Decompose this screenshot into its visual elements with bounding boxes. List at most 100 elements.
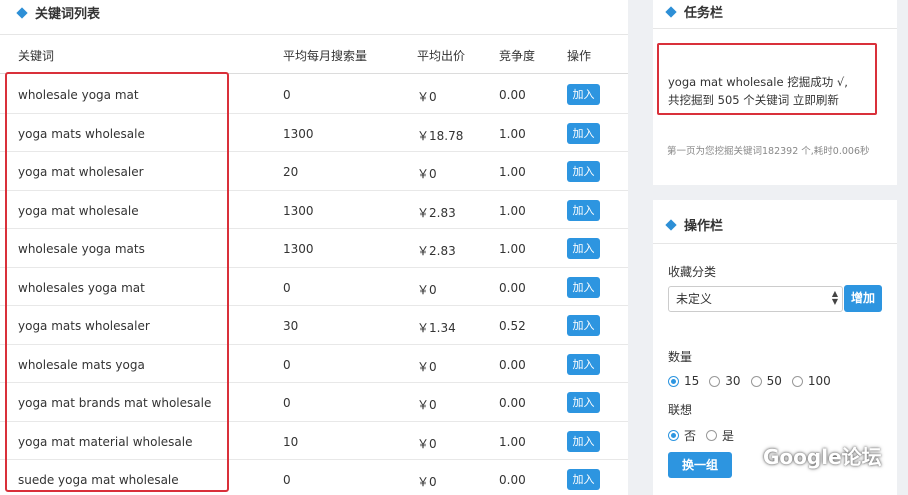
keyword-cell: wholesales yoga mat (18, 280, 145, 295)
add-button[interactable]: 加入 (567, 430, 600, 452)
add-button[interactable]: 加入 (567, 238, 600, 259)
add-button[interactable]: 加入 (567, 315, 600, 336)
bid-cell: ￥18.78 (417, 128, 464, 143)
category-select-value: 未定义 (676, 292, 713, 306)
diamond-icon (16, 6, 28, 19)
count-option-30[interactable]: 30 (709, 374, 741, 388)
table-row: yoga mat material wholesale 10 ￥0 1.00 加入 (0, 422, 628, 460)
category-label: 收藏分类 (668, 265, 717, 279)
task-status-line2[interactable]: 共挖掘到 505 个关键词 立即刷新 (668, 92, 839, 108)
task-panel-title-text: 任务栏 (684, 6, 724, 21)
competition-cell: 0.00 (499, 357, 526, 372)
table-row: yoga mat brands mat wholesale 0 ￥0 0.00 加入 (0, 383, 628, 422)
competition-cell: 0.00 (499, 280, 526, 295)
header-competition: 竞争度 (499, 49, 536, 63)
association-option-no[interactable]: 否 (668, 427, 696, 444)
searches-cell: 10 (283, 434, 299, 449)
searches-cell: 1300 (283, 203, 314, 218)
divider (0, 73, 628, 74)
competition-cell: 1.00 (499, 434, 526, 449)
task-status-line1: yoga mat wholesale 挖掘成功 √, (668, 75, 848, 89)
searches-cell: 0 (283, 473, 291, 487)
radio-icon[interactable] (668, 430, 679, 441)
bid-cell: ￥1.34 (417, 321, 456, 335)
bid-cell: ￥2.83 (417, 244, 456, 258)
wechat-icon (732, 445, 758, 466)
bid-cell: ￥0 (417, 359, 437, 374)
task-status-box: yoga mat wholesale 挖掘成功 √, 共挖掘到 505 个关键词… (657, 43, 877, 115)
add-button[interactable]: 加入 (567, 469, 600, 490)
competition-cell: 0.00 (499, 473, 526, 487)
keyword-cell: wholesale mats yoga (18, 357, 145, 372)
table-row: wholesale yoga mat 0 ￥0 0.00 加入 (0, 75, 628, 114)
association-label: 联想 (668, 403, 693, 417)
swap-batch-button[interactable]: 换一组 (668, 452, 732, 478)
watermark: Google论坛 (732, 441, 882, 470)
table-row: suede yoga mat wholesale 0 ￥0 0.00 加入 (0, 460, 628, 495)
add-button[interactable]: 加入 (567, 199, 600, 221)
competition-cell: 0.52 (499, 319, 526, 333)
table-row: yoga mats wholesaler 30 ￥1.34 0.52 加入 (0, 306, 628, 345)
watermark-text: Google论坛 (763, 445, 882, 469)
association-option-yes[interactable]: 是 (706, 427, 734, 444)
keyword-cell: yoga mats wholesale (18, 126, 145, 141)
bid-cell: ￥0 (417, 475, 437, 489)
operation-panel-title-text: 操作栏 (684, 219, 724, 234)
count-option-100[interactable]: 100 (791, 374, 831, 388)
keyword-cell: yoga mat material wholesale (18, 434, 193, 449)
radio-icon[interactable] (709, 375, 721, 387)
add-button[interactable]: 加入 (567, 84, 600, 105)
count-option-50[interactable]: 50 (750, 374, 782, 388)
bid-cell: ￥0 (417, 398, 437, 412)
searches-cell: 1300 (283, 242, 314, 256)
add-button[interactable]: 加入 (567, 122, 600, 144)
searches-cell: 30 (283, 319, 299, 333)
category-select[interactable]: 未定义 ▲ ▼ (668, 286, 843, 312)
table-header: 关键词 平均每月搜索量 平均出价 竞争度 操作 (0, 35, 628, 73)
keyword-cell: yoga mats wholesaler (18, 319, 150, 333)
count-option-15[interactable]: 15 (668, 374, 699, 388)
count-radio-group: 15 30 50 100 (668, 374, 841, 388)
task-note: 第一页为您挖掘关键词182392 个,耗时0.006秒 (667, 146, 870, 157)
bid-cell: ￥2.83 (417, 205, 456, 220)
increase-button[interactable]: 增加 (844, 285, 882, 312)
select-arrows-icon: ▲ ▼ (831, 289, 838, 306)
table-row: yoga mat wholesaler 20 ￥0 1.00 加入 (0, 152, 628, 191)
bid-cell: ￥0 (417, 167, 437, 181)
keyword-cell: yoga mat brands mat wholesale (18, 396, 212, 410)
table-row: yoga mats wholesale 1300 ￥18.78 1.00 加入 (0, 114, 628, 152)
radio-icon[interactable] (668, 375, 679, 387)
divider (653, 28, 897, 29)
searches-cell: 0 (283, 280, 291, 295)
searches-cell: 0 (283, 396, 291, 410)
searches-cell: 0 (283, 88, 291, 102)
add-button[interactable]: 加入 (567, 161, 600, 182)
header-keyword: 关键词 (18, 49, 55, 63)
keyword-cell: suede yoga mat wholesale (18, 473, 179, 487)
searches-cell: 20 (283, 165, 299, 179)
competition-cell: 0.00 (499, 88, 526, 102)
count-label: 数量 (668, 350, 693, 364)
diamond-icon (665, 5, 677, 18)
competition-cell: 1.00 (499, 242, 526, 256)
keyword-cell: yoga mat wholesaler (18, 165, 144, 179)
task-panel: 任务栏 yoga mat wholesale 挖掘成功 √, 共挖掘到 505 … (653, 0, 897, 185)
radio-icon[interactable] (706, 430, 718, 441)
add-button[interactable]: 加入 (567, 276, 600, 298)
radio-icon[interactable] (791, 375, 803, 387)
radio-icon[interactable] (750, 375, 762, 387)
bid-cell: ￥0 (417, 282, 437, 297)
table-row: wholesales yoga mat 0 ￥0 0.00 加入 (0, 268, 628, 306)
keyword-list-title: 关键词列表 (16, 3, 101, 22)
table-row: yoga mat wholesale 1300 ￥2.83 1.00 加入 (0, 191, 628, 229)
competition-cell: 0.00 (499, 396, 526, 410)
add-button[interactable]: 加入 (567, 392, 600, 413)
add-button[interactable]: 加入 (567, 353, 600, 375)
header-avg-bid: 平均出价 (417, 49, 466, 63)
diamond-icon (665, 218, 677, 231)
divider (653, 243, 897, 244)
keyword-list-title-text: 关键词列表 (35, 7, 101, 22)
keyword-cell: yoga mat wholesale (18, 203, 139, 218)
bid-cell: ￥0 (417, 436, 437, 451)
keyword-cell: wholesale yoga mats (18, 242, 145, 256)
